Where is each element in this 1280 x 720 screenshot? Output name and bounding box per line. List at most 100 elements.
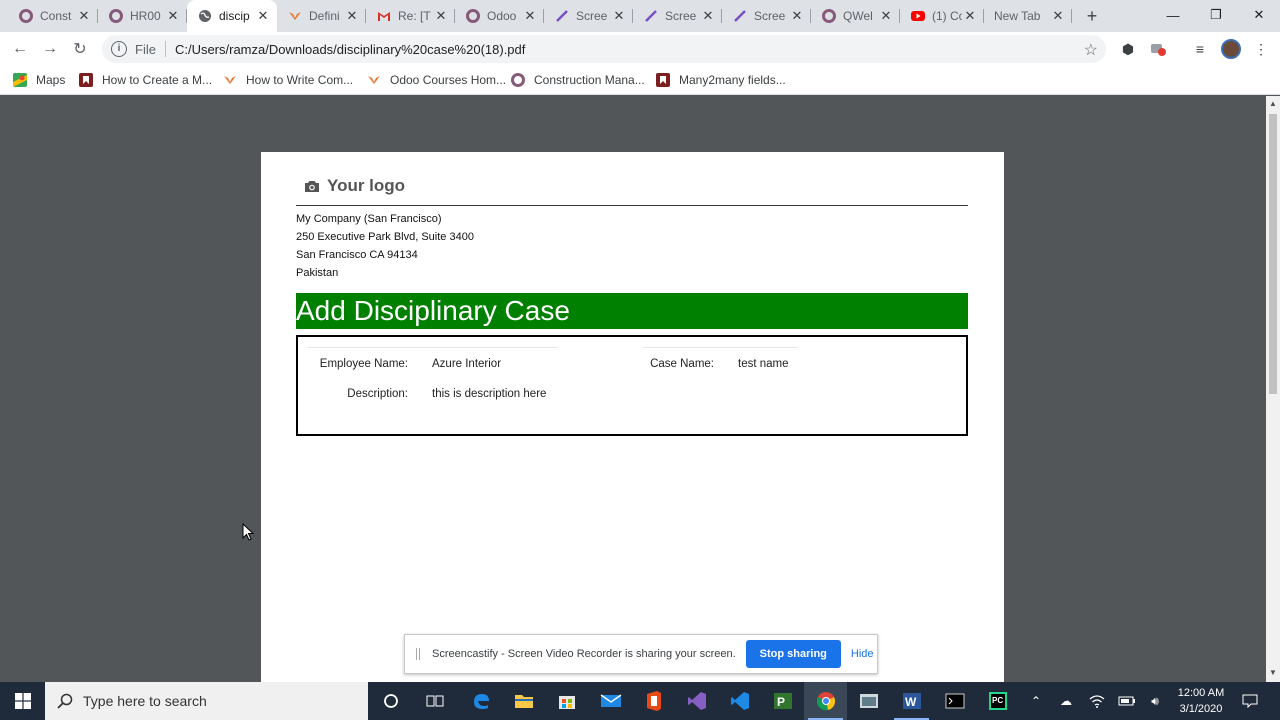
close-icon[interactable]: ✕ <box>789 8 805 24</box>
pdf-viewer[interactable]: Your logo My Company (San Francisco) 250… <box>0 96 1266 682</box>
screencastify-icon[interactable] <box>1149 40 1167 58</box>
close-icon[interactable]: ✕ <box>344 8 360 24</box>
svg-text:W: W <box>905 695 917 709</box>
windows-start-button[interactable] <box>0 682 45 720</box>
taskbar-clock[interactable]: 12:00 AM 3/1/2020 <box>1168 685 1234 717</box>
drag-handle[interactable] <box>416 648 420 660</box>
pen-icon <box>643 8 659 24</box>
chrome-icon[interactable] <box>804 682 847 720</box>
forward-button[interactable]: → <box>38 37 62 61</box>
close-icon[interactable]: ✕ <box>700 8 716 24</box>
close-window-button[interactable]: ✕ <box>1236 0 1280 30</box>
reload-button[interactable]: ↻ <box>68 37 92 61</box>
close-icon[interactable]: ✕ <box>165 8 181 24</box>
bookmark-2[interactable]: How to Write Com... <box>222 71 353 89</box>
battery-icon[interactable] <box>1116 682 1138 720</box>
cortana-icon[interactable] <box>369 682 412 720</box>
store-icon[interactable] <box>545 682 588 720</box>
bookmark-maps[interactable]: Maps <box>12 71 65 89</box>
address-bar[interactable]: i File C:/Users/ramza/Downloads/discipli… <box>102 35 1106 63</box>
bookmark-1[interactable]: How to Create a M... <box>78 71 212 89</box>
app-icon[interactable] <box>847 682 890 720</box>
bird-icon <box>287 8 303 24</box>
restore-button[interactable]: ❐ <box>1193 0 1239 30</box>
tab-4[interactable]: Re: [T ✕ <box>366 0 455 32</box>
tab-label: Odoo <box>487 9 517 23</box>
bookmark-4[interactable]: Construction Mana... <box>510 71 645 89</box>
pen-icon <box>554 8 570 24</box>
taskbar: Type here to search P W PC ⌃ ☁ 🔊︎ 12:00 … <box>0 682 1280 720</box>
tab-5[interactable]: Odoo ✕ <box>455 0 544 32</box>
close-icon[interactable]: ✕ <box>522 8 538 24</box>
task-view-icon[interactable] <box>413 682 456 720</box>
tab-8[interactable]: Scree ✕ <box>722 0 811 32</box>
project-icon[interactable]: P <box>761 682 804 720</box>
scroll-up-icon[interactable]: ▲ <box>1269 99 1277 108</box>
back-button[interactable]: ← <box>8 37 32 61</box>
onedrive-icon[interactable]: ☁ <box>1056 682 1076 720</box>
hide-button[interactable]: Hide <box>851 648 874 660</box>
screen-sharing-bar: Screencastify - Screen Video Recorder is… <box>404 634 878 674</box>
scroll-down-icon[interactable]: ▼ <box>1269 668 1277 677</box>
tab-11[interactable]: New Tab ✕ <box>984 0 1072 32</box>
notifications-icon[interactable] <box>1238 682 1262 720</box>
scrollbar[interactable]: ▲ ▼ <box>1266 96 1280 682</box>
close-icon[interactable]: ✕ <box>962 8 978 24</box>
close-icon[interactable]: ✕ <box>878 8 894 24</box>
terminal-icon[interactable] <box>933 682 976 720</box>
stop-sharing-button[interactable]: Stop sharing <box>745 640 841 668</box>
office-icon[interactable] <box>632 682 675 720</box>
tab-9[interactable]: QWel ✕ <box>811 0 900 32</box>
tray-chevron-icon[interactable]: ⌃ <box>1026 682 1046 720</box>
tab-0[interactable]: Const ✕ <box>8 0 98 32</box>
close-icon[interactable]: ✕ <box>255 8 271 24</box>
tab-label: Defini <box>309 9 340 23</box>
volume-icon[interactable]: 🔊︎ <box>1144 682 1166 720</box>
svg-text:PC: PC <box>992 696 1003 705</box>
kebab-menu-icon[interactable]: ⋮ <box>1252 40 1270 58</box>
tab-10[interactable]: (1) Co ✕ <box>900 0 984 32</box>
star-icon[interactable]: ☆ <box>1084 40 1098 60</box>
scroll-thumb[interactable] <box>1269 114 1277 394</box>
file-explorer-icon[interactable] <box>502 682 545 720</box>
tab-3[interactable]: Defini ✕ <box>277 0 366 32</box>
tab-6[interactable]: Scree ✕ <box>544 0 633 32</box>
tab-label: (1) Co <box>932 9 962 23</box>
visual-studio-icon[interactable] <box>675 682 718 720</box>
odoo-icon <box>510 72 526 88</box>
close-icon[interactable]: ✕ <box>433 8 449 24</box>
bookmark-5[interactable]: Many2many fields... <box>655 71 786 89</box>
media-queue-icon[interactable]: ≡ <box>1191 40 1209 58</box>
windows-icon <box>14 693 31 709</box>
bookmark-3[interactable]: Odoo Courses Hom... <box>366 71 506 89</box>
vscode-icon[interactable] <box>718 682 761 720</box>
close-icon[interactable]: ✕ <box>76 8 92 24</box>
new-tab-button[interactable]: + <box>1082 6 1102 26</box>
taskbar-search-box[interactable]: Type here to search <box>45 682 368 720</box>
employee-name-value: Azure Interior <box>432 358 502 370</box>
tab-7[interactable]: Scree ✕ <box>633 0 722 32</box>
wifi-icon[interactable] <box>1086 682 1108 720</box>
tab-2-active[interactable]: discip ✕ <box>187 0 277 32</box>
tab-label: New Tab <box>994 9 1041 23</box>
info-icon[interactable]: i <box>111 41 127 57</box>
tab-label: QWel <box>843 9 873 23</box>
bird-icon <box>366 72 382 88</box>
minimize-button[interactable]: — <box>1150 0 1196 30</box>
avatar[interactable] <box>1221 39 1241 59</box>
tab-1[interactable]: HR00 ✕ <box>98 0 187 32</box>
url-text[interactable]: C:/Users/ramza/Downloads/disciplinary%20… <box>175 42 525 57</box>
odoo-icon <box>108 8 124 24</box>
close-icon[interactable]: ✕ <box>611 8 627 24</box>
mail-icon[interactable] <box>589 682 632 720</box>
tab-label: discip <box>219 9 250 23</box>
word-icon[interactable]: W <box>890 682 933 720</box>
pycharm-icon[interactable]: PC <box>976 682 1019 720</box>
close-icon[interactable]: ✕ <box>1050 8 1066 24</box>
extension-cube-icon[interactable]: ⬢ <box>1119 40 1137 58</box>
edge-icon[interactable] <box>459 682 502 720</box>
address-line: San Francisco CA 94134 <box>296 249 418 261</box>
odoo-icon <box>465 8 481 24</box>
mouse-cursor-icon <box>242 523 254 541</box>
divider <box>164 41 166 57</box>
